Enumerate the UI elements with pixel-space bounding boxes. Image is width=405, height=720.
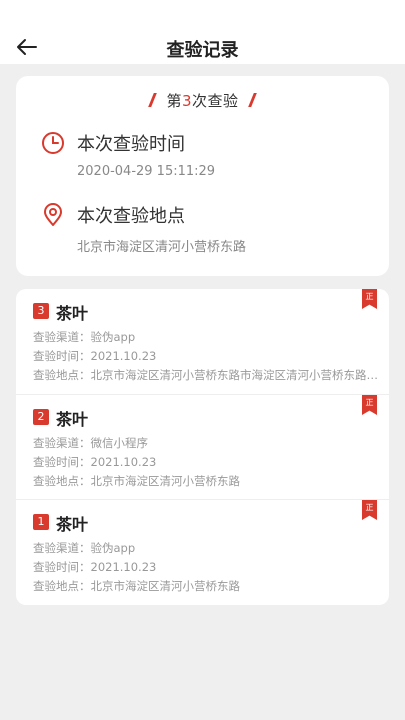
record-index-badge: 3 xyxy=(33,303,49,319)
record-time: 查验时间：2021.10.23 xyxy=(33,455,157,469)
record-item[interactable]: 3 茶叶 查验渠道：验伪app 查验时间：2021.10.23 查验地点：北京市… xyxy=(16,289,389,394)
genuine-bookmark-icon: 正 xyxy=(362,500,377,520)
right-slash-decoration xyxy=(247,93,257,107)
count-suffix: 次查验 xyxy=(192,92,239,110)
location-pin-icon xyxy=(44,203,62,226)
count-prefix: 第 xyxy=(166,92,182,110)
genuine-bookmark-icon: 正 xyxy=(362,289,377,309)
record-place: 查验地点：北京市海淀区清河小营桥东路 xyxy=(33,579,240,593)
record-item[interactable]: 1 茶叶 查验渠道：验伪app 查验时间：2021.10.23 查验地点：北京市… xyxy=(16,499,389,604)
record-list: 3 茶叶 查验渠道：验伪app 查验时间：2021.10.23 查验地点：北京市… xyxy=(16,289,389,605)
record-place: 查验地点：北京市海淀区清河小营桥东路市海淀区清河小营桥东路… xyxy=(33,368,378,382)
clock-icon xyxy=(42,132,64,154)
record-title: 茶叶 xyxy=(56,304,89,323)
left-slash-decoration xyxy=(148,93,158,107)
record-channel: 查验渠道：验伪app xyxy=(33,541,136,555)
record-title: 茶叶 xyxy=(56,515,89,534)
record-time: 查验时间：2021.10.23 xyxy=(33,349,157,363)
check-location-value: 北京市海淀区清河小营桥东路 xyxy=(77,240,247,255)
record-channel: 查验渠道：微信小程序 xyxy=(33,436,148,450)
check-location-label: 本次查验地点 xyxy=(77,206,185,227)
record-channel: 查验渠道：验伪app xyxy=(33,330,136,344)
record-index-badge: 1 xyxy=(33,514,49,530)
count-number: 3 xyxy=(181,92,193,110)
check-time-label: 本次查验时间 xyxy=(77,134,185,155)
genuine-bookmark-icon: 正 xyxy=(362,395,377,415)
check-time-value: 2020-04-29 15:11:29 xyxy=(77,164,216,179)
record-time: 查验时间：2021.10.23 xyxy=(33,560,157,574)
check-location-row: 本次查验地点 北京市海淀区清河小营桥东路 xyxy=(40,202,370,255)
record-index-badge: 2 xyxy=(33,409,49,425)
summary-card: 第3次查验 本次查验时间 2020-04-29 15:11:29 本次查验地点 … xyxy=(16,76,389,276)
check-time-row: 本次查验时间 2020-04-29 15:11:29 xyxy=(40,130,370,180)
record-title: 茶叶 xyxy=(56,410,89,429)
record-place: 查验地点：北京市海淀区清河小营桥东路 xyxy=(33,474,240,488)
record-item[interactable]: 2 茶叶 查验渠道：微信小程序 查验时间：2021.10.23 查验地点：北京市… xyxy=(16,394,389,499)
page-title: 查验记录 xyxy=(166,40,239,61)
check-count: 第3次查验 xyxy=(16,90,389,111)
header-bar: 查验记录 xyxy=(0,0,405,64)
